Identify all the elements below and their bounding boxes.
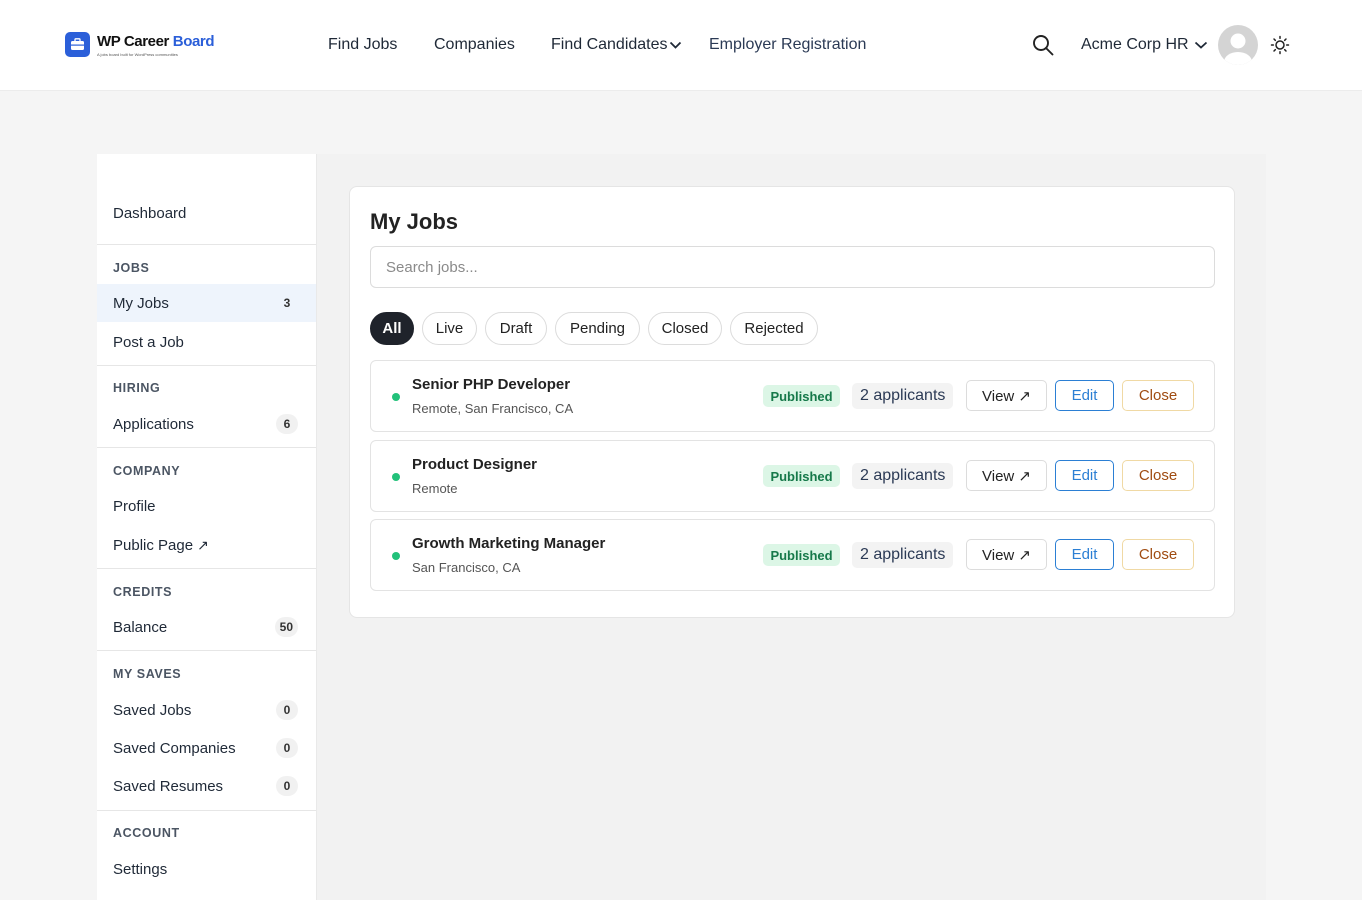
status-badge: Published <box>763 544 840 566</box>
sidebar-item-saved-companies[interactable]: Saved Companies 0 <box>97 729 316 767</box>
filter-live[interactable]: Live <box>422 312 477 345</box>
job-title[interactable]: Senior PHP Developer <box>412 376 570 393</box>
view-button[interactable]: View ↗ <box>966 380 1047 411</box>
edit-button[interactable]: Edit <box>1055 539 1114 570</box>
status-badge: Published <box>763 385 840 407</box>
nav-companies[interactable]: Companies <box>434 34 515 56</box>
status-dot <box>392 473 400 481</box>
brand-name-part1: WP Career <box>97 33 173 50</box>
close-button[interactable]: Close <box>1122 539 1194 570</box>
job-row: Senior PHP Developer Remote, San Francis… <box>370 360 1215 432</box>
applicants-count[interactable]: 2 applicants <box>852 383 954 409</box>
divider <box>97 244 316 245</box>
nav-find-candidates-label: Find Candidates <box>551 36 668 53</box>
nav-find-jobs[interactable]: Find Jobs <box>328 34 397 56</box>
filter-closed[interactable]: Closed <box>648 312 722 345</box>
close-button[interactable]: Close <box>1122 460 1194 491</box>
view-button[interactable]: View ↗ <box>966 460 1047 491</box>
section-heading-account: ACCOUNT <box>113 826 180 840</box>
sidebar-item-label: Dashboard <box>113 204 187 222</box>
search-input[interactable] <box>370 246 1215 288</box>
section-heading-company: COMPANY <box>113 464 181 478</box>
filter-all[interactable]: All <box>370 312 414 345</box>
sidebar-item-label: Saved Companies <box>113 739 236 757</box>
applicants-count[interactable]: 2 applicants <box>852 542 954 568</box>
user-menu[interactable]: Acme Corp HR <box>1081 34 1208 56</box>
job-title[interactable]: Growth Marketing Manager <box>412 535 605 552</box>
sidebar-item-label: Post a Job <box>113 333 184 351</box>
brand-tagline: A jobs board built for WordPress communi… <box>97 52 178 57</box>
user-name: Acme Corp HR <box>1081 36 1189 53</box>
sidebar-item-label: Settings <box>113 860 168 878</box>
job-location: Remote, San Francisco, CA <box>412 401 574 416</box>
count-badge: 0 <box>276 776 298 796</box>
page-title: My Jobs <box>370 209 459 234</box>
chevron-down-icon <box>1194 41 1207 49</box>
filter-draft[interactable]: Draft <box>485 312 547 345</box>
count-badge: 3 <box>283 296 291 310</box>
edit-button[interactable]: Edit <box>1055 380 1114 411</box>
applicants-count[interactable]: 2 applicants <box>852 463 954 489</box>
brand-name-part2: Board <box>172 33 215 50</box>
divider <box>97 447 316 448</box>
nav-employer-registration[interactable]: Employer Registration <box>709 34 866 56</box>
sidebar-item-post-job[interactable]: Post a Job <box>97 323 316 361</box>
section-heading-jobs: JOBS <box>113 261 150 275</box>
status-dot <box>392 393 400 401</box>
sidebar-item-saved-resumes[interactable]: Saved Resumes 0 <box>97 767 316 805</box>
search-icon[interactable] <box>1032 34 1054 56</box>
sidebar-item-settings[interactable]: Settings <box>97 850 316 888</box>
chevron-down-icon <box>669 41 681 49</box>
count-badge: 6 <box>276 414 298 434</box>
view-button[interactable]: View ↗ <box>966 539 1047 570</box>
job-location: San Francisco, CA <box>412 560 521 575</box>
status-dot <box>392 552 400 560</box>
filter-pending[interactable]: Pending <box>555 312 640 345</box>
sidebar-item-label: Profile <box>113 497 156 515</box>
divider <box>97 810 316 811</box>
sidebar-item-balance[interactable]: Balance 50 <box>97 608 316 646</box>
sidebar: Dashboard JOBS My Jobs 3 Post a Job HIRIN… <box>97 154 317 900</box>
brand-name: WP Career Board <box>97 32 215 52</box>
count-badge: 0 <box>276 700 298 720</box>
nav-find-candidates[interactable]: Find Candidates <box>551 34 682 56</box>
filter-rejected[interactable]: Rejected <box>730 312 818 345</box>
close-button[interactable]: Close <box>1122 380 1194 411</box>
site-logo[interactable]: WP Career Board A jobs board built for W… <box>65 32 215 57</box>
sidebar-item-label: Saved Resumes <box>113 777 224 795</box>
sidebar-item-label: My Jobs <box>113 294 169 312</box>
sidebar-item-label: Public Page <box>113 536 194 554</box>
sidebar-item-applications[interactable]: Applications 6 <box>97 405 316 443</box>
my-jobs-card: My Jobs All Live Draft Pending Closed Re… <box>349 186 1235 618</box>
job-location: Remote <box>412 481 458 496</box>
section-heading-hiring: HIRING <box>113 381 161 395</box>
sidebar-item-dashboard[interactable]: Dashboard <box>97 194 316 232</box>
site-header: WP Career Board A jobs board built for W… <box>0 0 1362 91</box>
external-link-icon: ↗ <box>197 536 209 553</box>
sidebar-item-my-jobs[interactable]: My Jobs 3 <box>97 284 316 322</box>
sidebar-item-saved-jobs[interactable]: Saved Jobs 0 <box>97 691 316 729</box>
job-title[interactable]: Product Designer <box>412 456 537 473</box>
section-heading-credits: CREDITS <box>113 585 173 599</box>
sidebar-item-label: Saved Jobs <box>113 701 192 719</box>
sidebar-item-label: Balance <box>113 618 168 636</box>
section-heading-my-saves: MY SAVES <box>113 667 182 681</box>
avatar[interactable] <box>1218 25 1258 65</box>
sun-icon[interactable] <box>1270 35 1290 55</box>
edit-button[interactable]: Edit <box>1055 460 1114 491</box>
count-badge: 50 <box>274 617 298 637</box>
divider <box>97 365 316 366</box>
sidebar-item-label: Applications <box>113 415 194 433</box>
divider <box>97 650 316 651</box>
count-badge: 0 <box>276 738 298 758</box>
divider <box>97 568 316 569</box>
job-row: Product Designer Remote Published 2 appl… <box>370 440 1215 512</box>
sidebar-item-profile[interactable]: Profile <box>97 487 316 525</box>
job-row: Growth Marketing Manager San Francisco, … <box>370 519 1215 591</box>
briefcase-icon <box>65 32 90 57</box>
status-badge: Published <box>763 465 840 487</box>
sidebar-item-public-page[interactable]: Public Page ↗ <box>97 526 316 564</box>
